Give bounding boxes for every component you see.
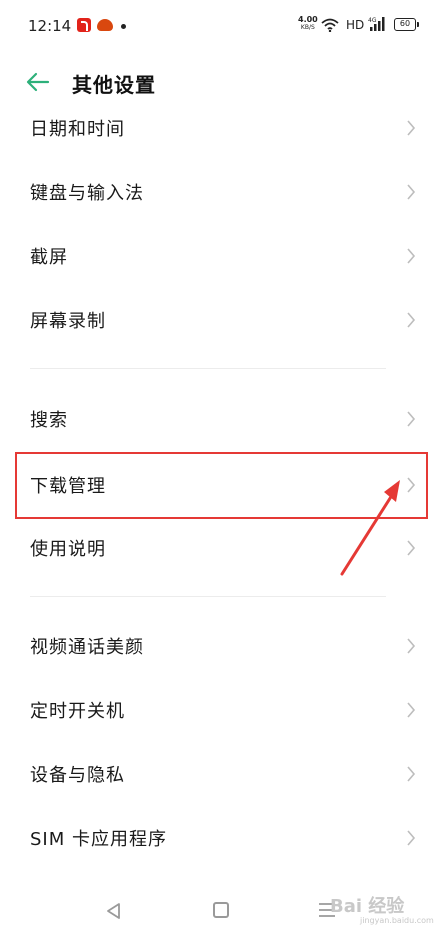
net-speed: 4.00 KB/S (298, 16, 318, 32)
hd-badge: HD (346, 18, 365, 32)
chevron-right-icon (407, 830, 416, 846)
list-item-label: 日期和时间 (30, 119, 125, 140)
list-item-label: 键盘与输入法 (30, 183, 144, 204)
battery-icon: 60 (394, 18, 419, 31)
list-item-date-time[interactable]: 日期和时间 (0, 96, 448, 160)
chevron-right-icon (407, 702, 416, 718)
section-divider (30, 368, 386, 369)
watermark: Bai 经验 (330, 896, 405, 917)
list-item-label: 屏幕录制 (30, 311, 106, 332)
list-item-video-beauty[interactable]: 视频通话美颜 (0, 614, 448, 678)
list-item-screen-record[interactable]: 屏幕录制 (0, 288, 448, 352)
list-item-label: 截屏 (30, 247, 68, 268)
chevron-right-icon (407, 312, 416, 328)
tiktok-icon (77, 18, 91, 32)
net-speed-unit: KB/S (300, 24, 315, 31)
list-item-sim-apps[interactable]: SIM 卡应用程序 (0, 806, 448, 870)
section-divider (30, 596, 386, 597)
chevron-right-icon (407, 411, 416, 427)
signal-icon: 4G (368, 17, 385, 31)
chevron-right-icon (407, 184, 416, 200)
list-item-scheduled-power[interactable]: 定时开关机 (0, 678, 448, 742)
list-item-label: 设备与隐私 (30, 765, 125, 786)
arrow-left-icon[interactable] (26, 72, 50, 92)
list-item-search[interactable]: 搜索 (0, 387, 448, 451)
taobao-icon (97, 19, 113, 31)
wifi-icon (321, 18, 339, 32)
list-item-screenshot[interactable]: 截屏 (0, 224, 448, 288)
page-title: 其他设置 (72, 73, 156, 97)
watermark-url: jingyan.baidu.com (360, 916, 434, 925)
status-bar: 12:14 4.00 KB/S HD 4G 60 (0, 0, 448, 54)
net-speed-value: 4.00 (298, 15, 318, 24)
nav-home-icon[interactable] (213, 902, 229, 918)
status-time: 12:14 (28, 17, 72, 35)
list-item-device-privacy[interactable]: 设备与隐私 (0, 742, 448, 806)
chevron-right-icon (407, 120, 416, 136)
nav-back-icon[interactable] (105, 902, 123, 920)
list-item-label: SIM 卡应用程序 (30, 829, 167, 850)
list-item-label: 搜索 (30, 410, 68, 431)
list-item-label: 定时开关机 (30, 701, 125, 722)
list-item-label: 使用说明 (30, 539, 106, 560)
chevron-right-icon (407, 248, 416, 264)
list-item-keyboard[interactable]: 键盘与输入法 (0, 160, 448, 224)
annotation-arrow-icon (340, 480, 400, 576)
notification-dot-icon (121, 24, 126, 29)
chevron-right-icon (407, 638, 416, 654)
chevron-right-icon (407, 766, 416, 782)
list-item-label: 视频通话美颜 (30, 637, 144, 658)
signal-label: 4G (368, 17, 377, 24)
nav-bar: Bai 经验 jingyan.baidu.com (0, 880, 448, 939)
